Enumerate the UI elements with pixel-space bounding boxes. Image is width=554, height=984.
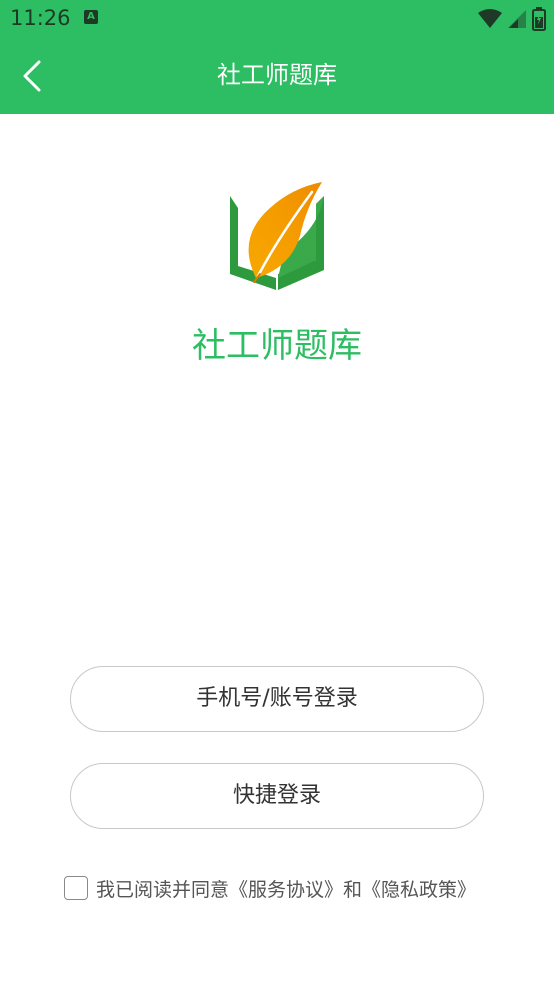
agreement-prefix: 我已阅读并同意 — [96, 878, 230, 901]
app-name: 社工师题库 — [192, 326, 362, 366]
nav-bar: 社工师题库 — [0, 38, 554, 114]
a-icon: A — [84, 10, 98, 24]
privacy-policy-link[interactable]: 《隐私政策》 — [362, 879, 476, 901]
wifi-icon — [478, 9, 502, 28]
agreement-text: 我已阅读并同意《服务协议》和《隐私政策》 — [96, 875, 476, 902]
battery-icon — [532, 7, 546, 31]
signal-icon — [508, 10, 526, 28]
agreement-row: 我已阅读并同意《服务协议》和《隐私政策》 — [64, 874, 476, 902]
status-bar: 11:26 A — [0, 0, 554, 38]
agreement-conjunction: 和 — [343, 878, 363, 901]
status-icons — [478, 7, 546, 31]
header: 11:26 A 社工师题库 — [0, 0, 554, 114]
service-agreement-link[interactable]: 《服务协议》 — [229, 879, 343, 901]
book-leaf-logo — [230, 182, 324, 290]
phone-account-login-button[interactable]: 手机号/账号登录 — [70, 666, 484, 732]
status-time: 11:26 — [10, 6, 71, 30]
quick-login-button[interactable]: 快捷登录 — [70, 763, 484, 829]
login-screen: 11:26 A 社工师题库 社工师题库 手机号/账号登录 快捷登录 我已阅读并同… — [0, 0, 554, 984]
page-title: 社工师题库 — [217, 61, 337, 89]
agreement-checkbox[interactable] — [64, 876, 88, 900]
